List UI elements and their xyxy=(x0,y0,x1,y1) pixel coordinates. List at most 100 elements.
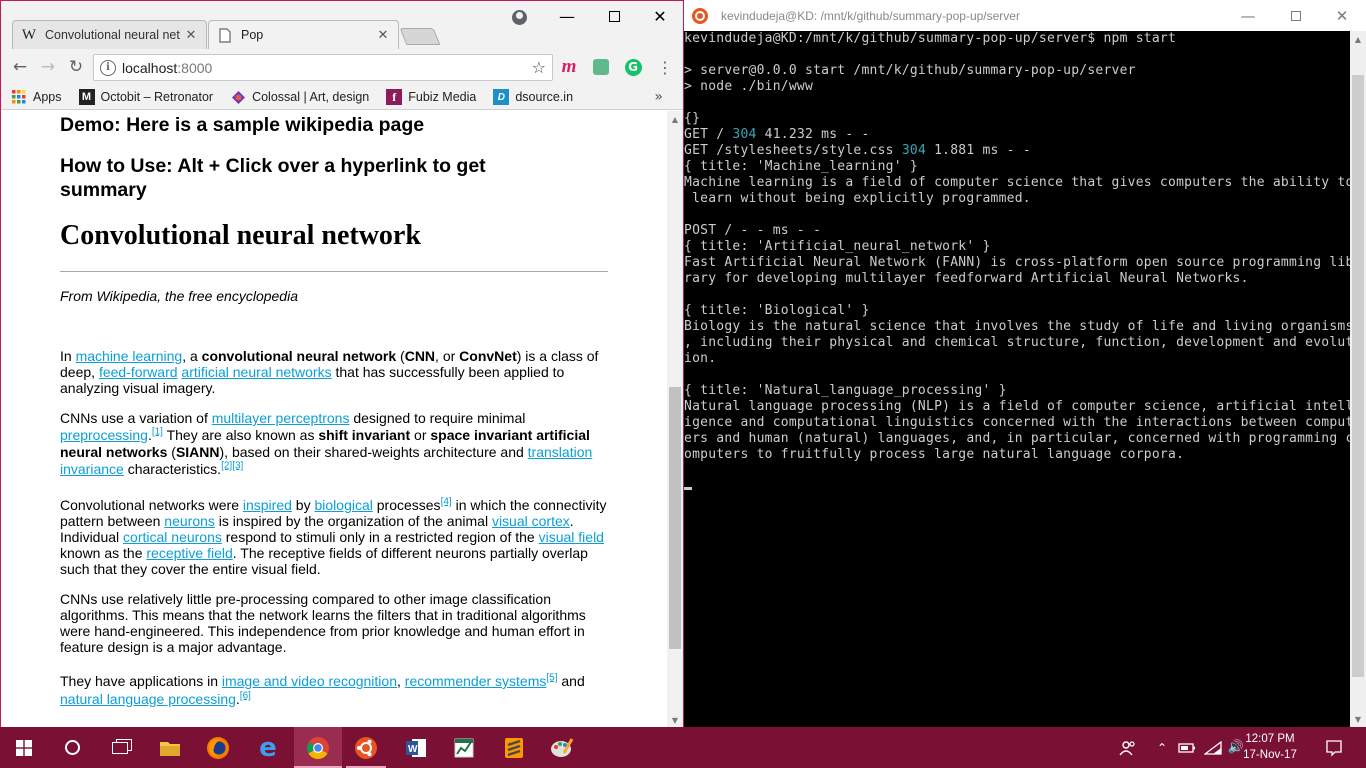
terminal-line: { title: 'Machine_learning' } xyxy=(684,159,918,174)
people-icon[interactable] xyxy=(1116,727,1140,768)
ubuntu-icon[interactable] xyxy=(342,727,390,768)
link-feed-forward[interactable]: feed-forward xyxy=(99,364,178,380)
terminal-minimize-button[interactable]: — xyxy=(1225,0,1271,31)
back-button[interactable]: ← xyxy=(8,55,32,79)
terminal-cursor xyxy=(684,487,692,490)
word-icon[interactable]: W xyxy=(392,727,440,768)
terminal-line: POST / - - ms - - xyxy=(684,223,822,238)
tab-wikipedia[interactable]: W Convolutional neural net ✕ xyxy=(12,20,207,49)
start-button[interactable] xyxy=(0,727,48,768)
terminal-line: Fast Artificial Neural Network (FANN) is… xyxy=(684,255,1350,270)
scroll-down-icon[interactable]: ▼ xyxy=(1350,711,1366,727)
svg-text:W: W xyxy=(408,744,418,755)
bookmark-colossal[interactable]: Colossal | Art, design xyxy=(230,89,369,105)
minimize-button[interactable]: — xyxy=(544,1,590,31)
grammarly-icon[interactable]: G xyxy=(621,55,645,79)
wifi-icon[interactable] xyxy=(1202,727,1224,768)
terminal-output[interactable]: kevindudeja@KD:/mnt/k/github/summary-pop… xyxy=(684,31,1350,727)
scroll-down-icon[interactable]: ▼ xyxy=(667,712,683,727)
bookmark-apps[interactable]: Apps xyxy=(11,89,62,105)
task-view-icon[interactable] xyxy=(96,727,144,768)
reload-button[interactable]: ↻ xyxy=(64,55,88,79)
edge-icon[interactable]: e xyxy=(244,727,292,768)
citation-4[interactable]: [4] xyxy=(441,496,452,507)
scrollbar-thumb[interactable] xyxy=(669,387,681,649)
terminal-titlebar: kevindudeja@KD: /mnt/k/github/summary-po… xyxy=(684,0,1366,31)
cortana-icon[interactable] xyxy=(48,727,96,768)
info-icon[interactable]: i xyxy=(100,59,116,76)
link-artificial-neural-networks[interactable]: artificial neural networks xyxy=(181,364,331,380)
paragraph-5: They have applications in image and vide… xyxy=(60,672,585,707)
new-tab-button[interactable] xyxy=(399,28,441,45)
paint-icon[interactable] xyxy=(538,727,586,768)
citation-2[interactable]: [2] xyxy=(221,460,232,471)
link-preprocessing[interactable]: preprocessing xyxy=(60,427,148,443)
link-image-video-recognition[interactable]: image and video recognition xyxy=(222,673,397,689)
terminal-line: , including their physical and chemical … xyxy=(684,335,1350,350)
terminal-line: { title: 'Artificial_neural_network' } xyxy=(684,239,991,254)
extension-audio-icon[interactable] xyxy=(589,55,613,79)
firefox-icon[interactable] xyxy=(194,727,242,768)
bookmarks-more-icon[interactable]: » xyxy=(654,89,663,105)
excel-icon[interactable] xyxy=(440,727,488,768)
terminal-line: Biology is the natural science that invo… xyxy=(684,319,1350,334)
extension-m-icon[interactable]: m xyxy=(557,55,581,79)
tab-pop[interactable]: Pop ✕ xyxy=(208,20,399,49)
tab-close-icon[interactable]: ✕ xyxy=(376,28,390,43)
link-cortical-neurons[interactable]: cortical neurons xyxy=(123,529,222,545)
bookmark-dsource[interactable]: D dsource.in xyxy=(493,89,573,105)
page-scrollbar[interactable]: ▲ ▼ xyxy=(667,111,683,727)
maximize-button[interactable] xyxy=(591,1,637,31)
link-machine-learning[interactable]: machine learning xyxy=(76,348,183,364)
citation-1[interactable]: [1] xyxy=(152,426,163,437)
tray-expand-icon[interactable]: ⌃ xyxy=(1152,727,1172,768)
link-receptive-field[interactable]: receptive field xyxy=(146,545,232,561)
file-explorer-icon[interactable] xyxy=(146,727,194,768)
url-host: localhost xyxy=(122,59,178,76)
terminal-line: rary for developing multilayer feedforwa… xyxy=(684,271,1249,286)
scroll-up-icon[interactable]: ▲ xyxy=(667,111,683,127)
terminal-scrollbar[interactable]: ▲ ▼ xyxy=(1350,31,1366,727)
link-inspired[interactable]: inspired xyxy=(243,497,292,513)
tab-close-icon[interactable]: ✕ xyxy=(184,28,198,43)
terminal-close-button[interactable]: ✕ xyxy=(1319,0,1365,31)
link-biological[interactable]: biological xyxy=(314,497,372,513)
link-visual-field[interactable]: visual field xyxy=(539,529,604,545)
profile-icon[interactable] xyxy=(508,6,530,28)
citation-3[interactable]: [3] xyxy=(232,460,243,471)
bookmark-star-icon[interactable]: ☆ xyxy=(532,58,546,77)
chrome-icon[interactable] xyxy=(294,727,342,768)
terminal-line: { title: 'Biological' } xyxy=(684,303,870,318)
link-natural-language-processing[interactable]: natural language processing xyxy=(60,691,236,707)
paragraph-2: CNNs use a variation of multilayer perce… xyxy=(60,410,593,477)
notifications-icon[interactable] xyxy=(1318,727,1350,768)
citation-6[interactable]: [6] xyxy=(240,690,251,701)
link-multilayer-perceptrons[interactable]: multilayer perceptrons xyxy=(212,410,350,426)
link-visual-cortex[interactable]: visual cortex xyxy=(492,513,570,529)
link-recommender-systems[interactable]: recommender systems xyxy=(405,673,547,689)
battery-icon[interactable] xyxy=(1176,727,1198,768)
scrollbar-thumb[interactable] xyxy=(1352,75,1364,677)
menu-icon[interactable]: ⋮ xyxy=(653,55,677,79)
ubuntu-icon xyxy=(692,7,708,24)
bookmark-octobit[interactable]: M Octobit – Retronator xyxy=(78,89,213,105)
page-subtitle: From Wikipedia, the free encyclopedia xyxy=(60,288,298,304)
page-icon xyxy=(217,27,233,43)
title-rule xyxy=(60,271,608,272)
link-neurons[interactable]: neurons xyxy=(164,513,215,529)
wikipedia-icon: W xyxy=(21,26,37,43)
scroll-up-icon[interactable]: ▲ xyxy=(1350,31,1366,47)
tab-title: Pop xyxy=(241,28,264,42)
forward-button[interactable]: → xyxy=(36,55,60,79)
citation-5[interactable]: [5] xyxy=(546,672,557,683)
tab-strip: — ✕ W Convolutional neural net ✕ Pop ✕ xyxy=(1,1,683,49)
address-bar[interactable]: i localhost:8000 ☆ xyxy=(93,54,553,81)
terminal-maximize-button[interactable] xyxy=(1273,0,1319,31)
bookmark-fubiz[interactable]: f Fubiz Media xyxy=(386,89,476,105)
close-button[interactable]: ✕ xyxy=(637,1,683,31)
sublime-text-icon[interactable] xyxy=(490,727,538,768)
clock[interactable]: 12:07 PM 17-Nov-17 xyxy=(1240,731,1300,763)
